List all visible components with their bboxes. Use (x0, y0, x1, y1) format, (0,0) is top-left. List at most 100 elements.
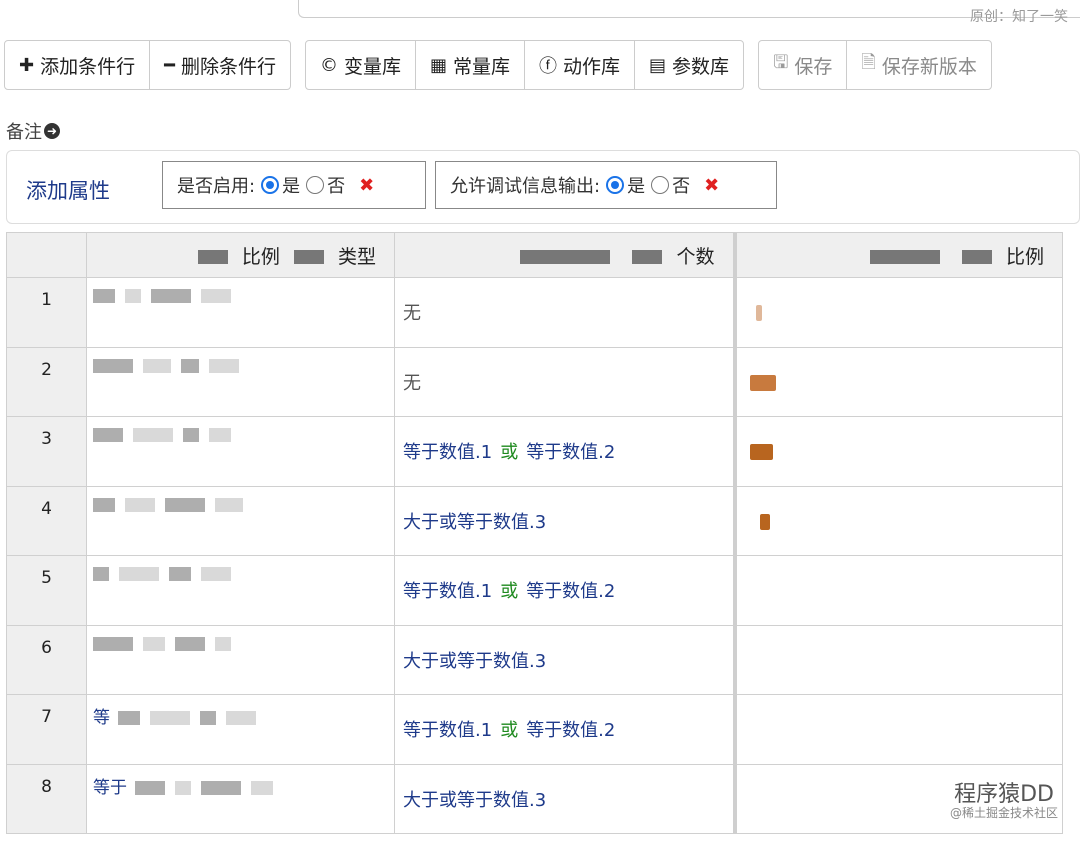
save-version-button[interactable]: 🗎 保存新版本 (847, 41, 991, 89)
condition-a: 等于数值.1 (403, 720, 493, 742)
enable-yes-label: 是 (282, 176, 301, 197)
redacted-block (143, 636, 165, 651)
list-button[interactable]: ▤ 参数库 (635, 41, 743, 89)
enable-yes-radio[interactable] (261, 176, 280, 194)
debug-attribute: 允许调试信息输出: 是 否 ✖ (435, 161, 777, 209)
redacted-cell[interactable] (86, 277, 395, 348)
redacted-block (133, 428, 173, 442)
redacted-cell[interactable] (86, 555, 395, 626)
debug-yes-radio[interactable] (606, 176, 625, 194)
remove-enable-icon[interactable]: ✖ (359, 175, 374, 196)
top-input-field[interactable] (298, 0, 1080, 18)
condition-cell[interactable]: 大于或等于数值.3 (394, 485, 735, 556)
condition-b: 等于数值.2 (526, 581, 616, 603)
table-row: 1无 (6, 277, 1063, 348)
ratio-cell[interactable] (732, 624, 1063, 695)
ratio-cell[interactable] (732, 277, 1063, 348)
condition-none: 无 (403, 372, 421, 394)
condition-b: 等于数值.2 (526, 442, 616, 464)
redacted-block (183, 428, 199, 442)
ratio-cell[interactable] (732, 416, 1063, 487)
redacted-block (93, 567, 109, 581)
condition-or: 或 (500, 442, 519, 464)
row-index: 8 (6, 763, 87, 834)
row-index: 2 (6, 346, 87, 417)
grid-icon: ▦ (429, 54, 447, 76)
debug-no-radio[interactable] (651, 176, 670, 194)
plus-button[interactable]: ✚ 添加条件行 (5, 41, 151, 89)
redacted-block (93, 497, 115, 512)
debug-yes-label: 是 (627, 176, 646, 197)
condition-a: 等于数值.1 (403, 442, 493, 464)
ratio-cell[interactable] (732, 485, 1063, 556)
bolt-icon: ⓕ (539, 56, 558, 77)
redacted-cell[interactable] (86, 416, 395, 487)
row-actions-group: ✚ 添加条件行 ━ 删除条件行 (4, 40, 291, 90)
redacted-cell[interactable]: 等 (86, 694, 395, 765)
header-ratio2-label: 比例 (1005, 245, 1044, 268)
redacted-cell[interactable] (86, 346, 395, 417)
debug-label: 允许调试信息输出: (450, 176, 601, 197)
copyright-button[interactable]: © 变量库 (306, 41, 416, 89)
redacted-block (125, 289, 141, 303)
redacted-block (93, 636, 133, 651)
top-strip: 原创：知了一笑 (0, 0, 1080, 30)
condition-cell[interactable]: 大于或等于数值.3 (394, 763, 735, 834)
redacted-block (215, 636, 231, 651)
add-attribute-link[interactable]: 添加属性 (26, 175, 110, 205)
header-ratio[interactable]: 比例 (732, 232, 1063, 278)
redacted-block (869, 250, 940, 264)
condition-cell[interactable]: 等于数值.1 或等于数值.2 (394, 555, 735, 626)
condition-cell[interactable]: 等于数值.1 或等于数值.2 (394, 694, 735, 765)
header-type[interactable]: 比例 类型 (86, 232, 395, 278)
redacted-block (175, 636, 205, 651)
redacted-block (135, 780, 165, 795)
ratio-bar (749, 374, 776, 391)
toolbar: ✚ 添加条件行 ━ 删除条件行 © 变量库 ▦ 常量库 ⓕ 动作库 ▤ 参数库 🖫 保存 🗎 保存新版本 (4, 40, 1006, 90)
redacted-block (209, 428, 231, 442)
ratio-cell[interactable] (732, 694, 1063, 765)
debug-no-label: 否 (672, 176, 691, 197)
header-count-label: 个数 (676, 245, 715, 268)
redacted-cell[interactable] (86, 485, 395, 556)
button-label: 保存新版本 (881, 55, 977, 78)
enable-no-label: 否 (327, 176, 346, 197)
redacted-block (169, 567, 191, 581)
redacted-block (215, 497, 243, 512)
minus-icon: ━ (164, 54, 175, 76)
enable-attribute: 是否启用: 是 否 ✖ (162, 161, 426, 209)
redacted-block (251, 780, 273, 795)
condition-cell[interactable]: 无 (394, 346, 735, 417)
remove-debug-icon[interactable]: ✖ (704, 175, 719, 196)
redacted-cell[interactable]: 等于 (86, 763, 395, 834)
bolt-button[interactable]: ⓕ 动作库 (525, 41, 636, 89)
minus-button[interactable]: ━ 删除条件行 (150, 41, 290, 89)
redacted-block (632, 250, 663, 264)
redacted-block (201, 567, 231, 581)
redacted-block (175, 780, 191, 795)
button-label: 添加条件行 (40, 55, 136, 78)
condition-text: 大于或等于数值.3 (403, 789, 547, 811)
condition-cell[interactable]: 大于或等于数值.3 (394, 624, 735, 695)
ratio-cell[interactable] (732, 346, 1063, 417)
condition-cell[interactable]: 等于数值.1 或等于数值.2 (394, 416, 735, 487)
enable-no-radio[interactable] (306, 176, 325, 194)
row-index: 3 (6, 416, 87, 487)
redacted-block (125, 497, 155, 512)
library-group: © 变量库 ▦ 常量库 ⓕ 动作库 ▤ 参数库 (304, 40, 745, 90)
button-label: 参数库 (672, 55, 730, 78)
header-count[interactable]: 个数 (394, 232, 735, 278)
remark-toggle[interactable]: 备注 ➜ (6, 118, 60, 144)
decision-table: 比例 类型 个数 比例 1 无 2 无 3 等于数值.1 或等于数值.2 4 大于或等于数值.3… (6, 232, 1063, 834)
condition-b: 等于数值.2 (526, 720, 616, 742)
grid-button[interactable]: ▦ 常量库 (416, 41, 526, 89)
condition-or: 或 (500, 720, 519, 742)
condition-cell[interactable]: 无 (394, 277, 735, 348)
ratio-bar (759, 513, 770, 530)
save-version-icon: 🗎 (861, 52, 876, 73)
redacted-block (143, 358, 171, 373)
redacted-cell[interactable] (86, 624, 395, 695)
ratio-cell[interactable] (732, 555, 1063, 626)
cell-prefix-text: 等 (93, 708, 110, 728)
save-button[interactable]: 🖫 保存 (759, 41, 848, 89)
